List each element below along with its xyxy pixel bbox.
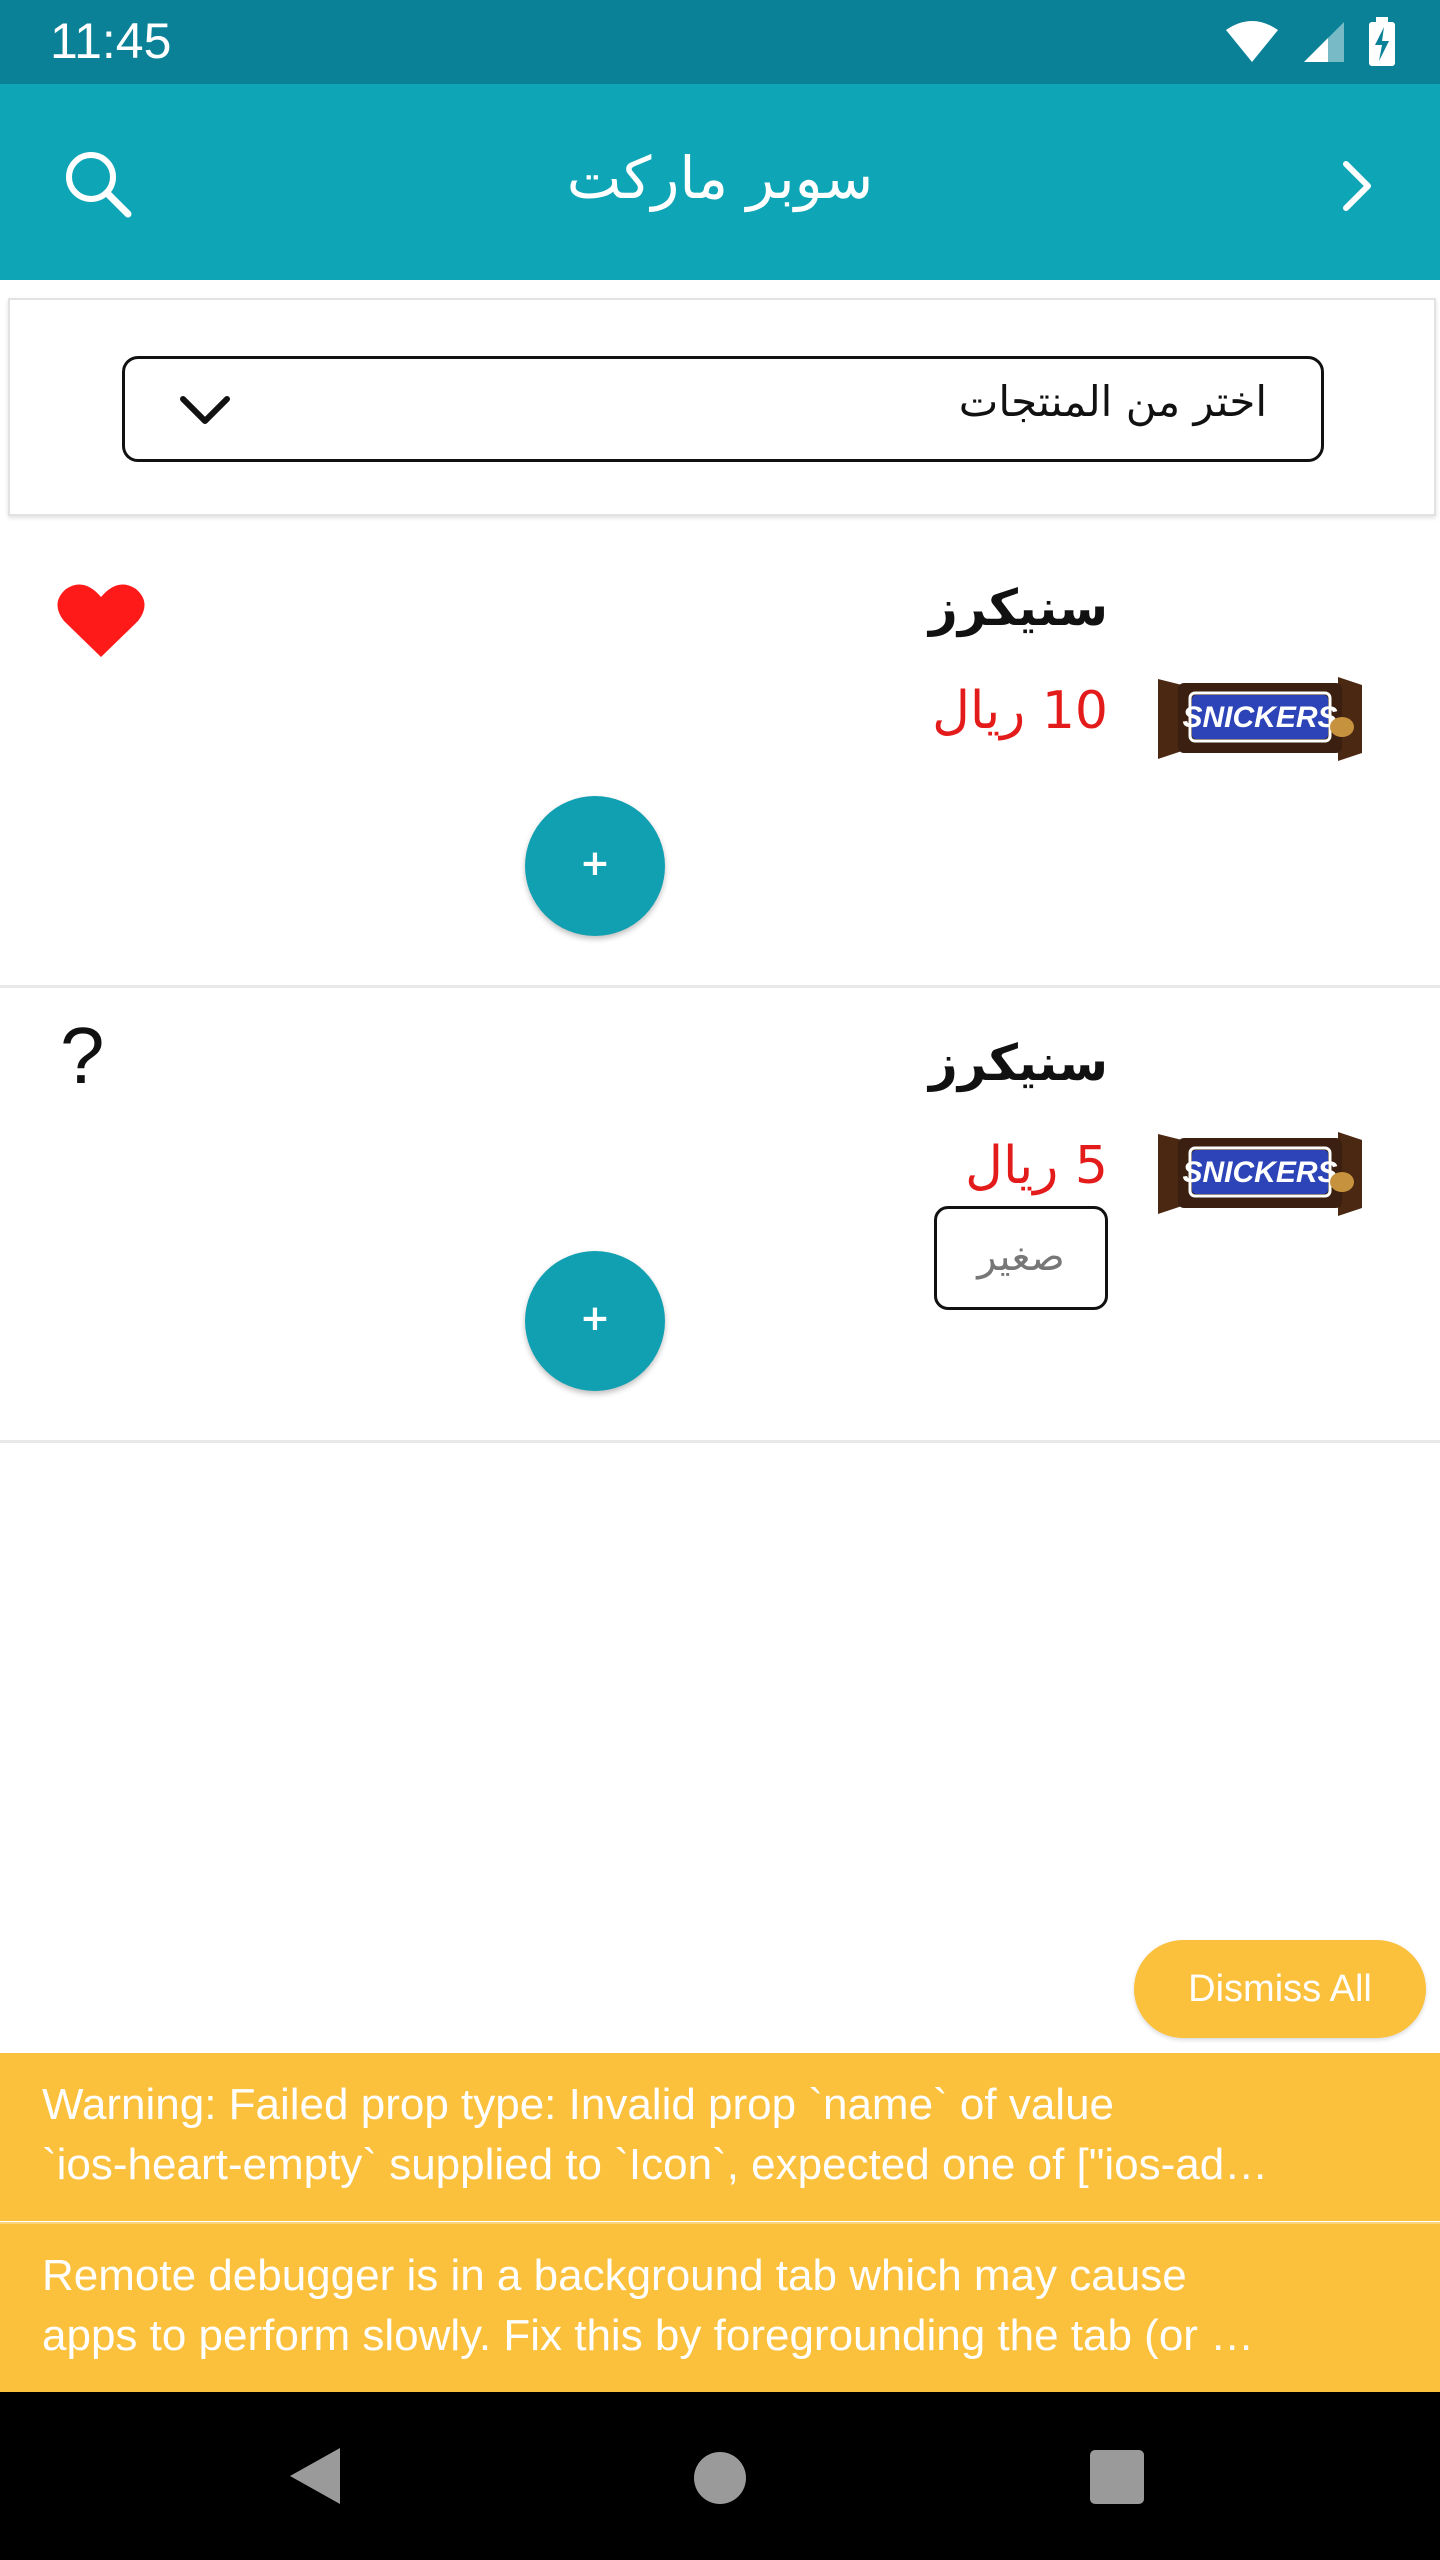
product-name: سنيكرز: [929, 579, 1108, 637]
app-bar: سوبر ماركت: [0, 84, 1440, 280]
product-select[interactable]: اختر من المنتجات: [122, 356, 1324, 462]
product-card: ? سنيكرز 5 ريال SNICKERS صغير +: [0, 988, 1440, 1443]
dismiss-all-button[interactable]: Dismiss All: [1134, 1940, 1426, 2038]
product-card: سنيكرز 10 ريال SNICKERS +: [0, 533, 1440, 988]
product-select-label: اختر من المنتجات: [958, 377, 1267, 426]
product-price: 5 ريال: [965, 1136, 1108, 1196]
snickers-image: SNICKERS: [1158, 1132, 1362, 1216]
chevron-right-icon: [1343, 161, 1371, 211]
battery-charging-icon: [1369, 17, 1395, 66]
home-circle-icon[interactable]: [694, 2452, 746, 2504]
recents-square-icon[interactable]: [1090, 2450, 1144, 2504]
warning-text-line: `ios-heart-empty` supplied to `Icon`, ex…: [42, 2140, 1269, 2189]
filter-card: اختر من المنتجات: [8, 298, 1436, 516]
status-bar: 11:45: [0, 0, 1440, 84]
product-price: 10 ريال: [932, 681, 1108, 741]
snickers-logo-text: SNICKERS: [1182, 701, 1337, 734]
chevron-down-icon: [180, 396, 230, 424]
yellowbox-warning[interactable]: Warning: Failed prop type: Invalid prop …: [0, 2053, 1440, 2221]
wifi-icon: [1226, 21, 1278, 62]
page-title: سوبر ماركت: [566, 144, 874, 212]
snickers-image: SNICKERS: [1158, 677, 1362, 761]
status-icons: [1224, 16, 1396, 68]
snickers-logo-text: SNICKERS: [1182, 1156, 1337, 1189]
status-time: 11:45: [50, 13, 172, 69]
warning-text-line: apps to perform slowly. Fix this by fore…: [42, 2311, 1255, 2360]
heart-filled-icon[interactable]: [56, 581, 146, 661]
favorite-placeholder-icon[interactable]: ?: [60, 1010, 105, 1102]
back-triangle-icon[interactable]: [286, 2444, 344, 2508]
add-to-cart-button[interactable]: +: [525, 1251, 665, 1391]
warning-text-line: Remote debugger is in a background tab w…: [42, 2251, 1187, 2300]
back-button[interactable]: [1324, 154, 1388, 218]
system-nav-bar: [0, 2392, 1440, 2560]
yellowbox-warning[interactable]: Remote debugger is in a background tab w…: [0, 2222, 1440, 2392]
add-to-cart-button[interactable]: +: [525, 796, 665, 936]
warning-text-line: Warning: Failed prop type: Invalid prop …: [42, 2080, 1115, 2129]
signal-icon: [1304, 22, 1344, 62]
size-option-chip[interactable]: صغير: [934, 1206, 1108, 1310]
product-name: سنيكرز: [929, 1034, 1108, 1092]
